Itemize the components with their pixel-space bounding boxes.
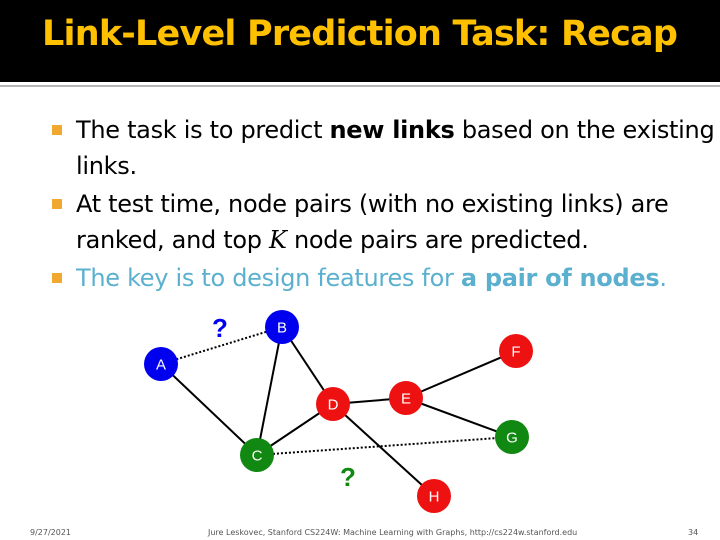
predicted-link-C-G [256,436,513,456]
question-mark-A-B: ? [212,313,228,343]
title-divider [0,85,720,87]
node-label-C: C [252,448,263,465]
footer-page-number: 34 [688,528,699,537]
edge-A-C [160,363,258,456]
bullet-item-1: The task is to predict new links based o… [50,112,715,184]
node-label-G: G [506,430,518,447]
bullet-list: The task is to predict new links based o… [50,112,715,298]
bullet-square-icon [52,273,62,283]
footer-credit: Jure Leskovec, Stanford CS224W: Machine … [208,528,578,537]
edge-E-F [405,350,517,399]
node-label-E: E [401,391,411,408]
bullet-1-bold-text: new links [329,116,455,144]
node-label-A: A [156,357,166,374]
node-label-H: H [429,489,440,506]
bullet-item-2: At test time, node pairs (with no existi… [50,186,715,258]
footer-date: 9/27/2021 [30,528,72,537]
bullet-2-variable: K [269,226,287,254]
bullet-3-text-before: The key is to design features for [76,264,461,292]
bullet-square-icon [52,125,62,135]
bullet-1-text-before: The task is to predict [76,116,330,144]
slide-title: Link-Level Prediction Task: Recap [42,14,678,54]
bullet-3-bold-text: a pair of nodes [460,264,660,292]
node-label-D: D [328,397,339,414]
edge-B-C [256,326,283,456]
bullet-3-text-after: . [659,264,667,292]
bullet-2-text-after: node pairs are predicted. [286,226,589,254]
bullet-item-3: The key is to design features for a pair… [50,260,715,296]
node-label-B: B [277,320,287,337]
title-bar: Link-Level Prediction Task: Recap [0,0,720,82]
bullet-square-icon [52,199,62,209]
question-mark-C-G: ? [340,462,356,492]
network-graph: ?? A B C D E F G H [144,310,533,513]
node-label-F: F [511,344,520,361]
